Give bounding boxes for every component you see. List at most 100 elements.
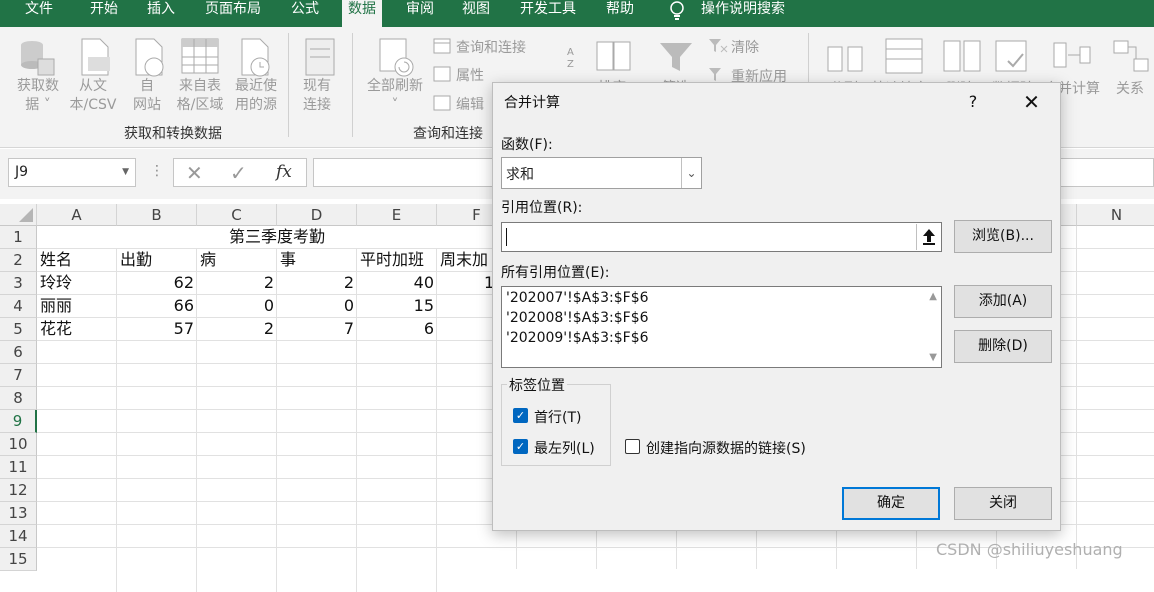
drag-handle-icon[interactable]: ⋮ (150, 163, 164, 179)
cell-value[interactable]: 6 (357, 318, 434, 341)
row-header[interactable]: 11 (0, 456, 37, 479)
clear-button[interactable]: 清除 (731, 37, 759, 57)
scroll-up-icon[interactable]: ▲ (929, 291, 937, 302)
column-header-n[interactable]: N (1077, 204, 1154, 226)
cell-value[interactable]: 40 (357, 272, 434, 295)
cancel-icon[interactable]: ✕ (186, 161, 203, 185)
cell-value[interactable]: 2 (197, 272, 274, 295)
cell-value[interactable]: 57 (117, 318, 194, 341)
recent-sources-button[interactable]: 最近使 用的源 (228, 77, 284, 115)
from-text-csv-button[interactable]: 从文 本/CSV (64, 77, 122, 115)
row-header[interactable]: 5 (0, 318, 37, 341)
tab-developer[interactable]: 开发工具 (520, 0, 576, 27)
queries-connections-button[interactable]: 查询和连接 (456, 37, 526, 57)
tab-help[interactable]: 帮助 (606, 0, 634, 27)
cell-name[interactable]: 花花 (40, 318, 72, 341)
cell-name[interactable]: 玲玲 (40, 272, 72, 295)
all-references-list[interactable]: '202007'!$A$3:$F$6 '202008'!$A$3:$F$6 '2… (501, 286, 942, 368)
cell-header[interactable]: 病 (200, 249, 216, 272)
row-header[interactable]: 6 (0, 341, 37, 364)
tab-insert[interactable]: 插入 (147, 0, 175, 27)
help-button[interactable]: ? (944, 83, 1002, 121)
tab-home[interactable]: 开始 (90, 0, 118, 27)
tab-file[interactable]: 文件 (25, 0, 53, 27)
column-header-d[interactable]: D (277, 204, 357, 226)
cell-value[interactable]: 0 (197, 295, 274, 318)
delete-button[interactable]: 删除(D) (954, 330, 1052, 363)
row-header[interactable]: 10 (0, 433, 37, 456)
row-header[interactable]: 8 (0, 387, 37, 410)
row-header[interactable]: 15 (0, 548, 37, 571)
top-row-label[interactable]: 首行(T) (534, 407, 581, 427)
tab-formulas[interactable]: 公式 (291, 0, 319, 27)
list-item[interactable]: '202008'!$A$3:$F$6 (506, 310, 649, 326)
row-header-selected[interactable]: 9 (0, 410, 37, 433)
tab-review[interactable]: 审阅 (406, 0, 434, 27)
existing-connections-button[interactable]: 现有 连接 (296, 77, 338, 115)
list-item[interactable]: '202007'!$A$3:$F$6 (506, 290, 649, 306)
add-button[interactable]: 添加(A) (954, 285, 1052, 318)
insert-function-icon[interactable]: fx (276, 162, 292, 182)
name-box[interactable]: J9 ▼ (8, 158, 136, 187)
enter-icon[interactable]: ✓ (230, 161, 247, 185)
cell-value[interactable]: 7 (277, 318, 354, 341)
left-column-checkbox[interactable]: ✓ (513, 439, 528, 454)
cell-header[interactable]: 平时加班 (360, 249, 424, 272)
row-header[interactable]: 4 (0, 295, 37, 318)
row-header[interactable]: 14 (0, 525, 37, 548)
cell-header[interactable]: 周末加 (440, 249, 492, 272)
chevron-down-icon[interactable]: ▼ (122, 159, 129, 186)
from-web-button[interactable]: 自网站 (126, 77, 168, 115)
tab-data[interactable]: 数据 (342, 0, 382, 27)
collapse-dialog-icon[interactable] (916, 224, 940, 250)
from-table-range-button[interactable]: 来自表 格/区域 (172, 77, 228, 115)
top-row-checkbox[interactable]: ✓ (513, 408, 528, 423)
row-header[interactable]: 2 (0, 249, 37, 272)
select-all-corner[interactable] (0, 204, 37, 226)
cell-name[interactable]: 丽丽 (40, 295, 72, 318)
row-header[interactable]: 1 (0, 226, 37, 249)
ok-button[interactable]: 确定 (842, 487, 940, 520)
refresh-all-button[interactable]: 全部刷新 ˅ (362, 77, 428, 115)
column-header-e[interactable]: E (357, 204, 437, 226)
row-header[interactable]: 12 (0, 479, 37, 502)
close-button[interactable]: 关闭 (954, 487, 1052, 520)
properties-button[interactable]: 属性 (456, 65, 484, 85)
chevron-down-icon[interactable]: ⌄ (681, 158, 701, 188)
relationships-button[interactable]: 关系 (1116, 78, 1144, 98)
cell-header[interactable]: 出勤 (120, 249, 152, 272)
row-header[interactable]: 7 (0, 364, 37, 387)
cell-value[interactable]: 62 (117, 272, 194, 295)
cell-header[interactable]: 姓名 (40, 249, 72, 272)
column-header-a[interactable]: A (37, 204, 117, 226)
scrollbar[interactable]: ▲ ▼ (923, 287, 941, 367)
cell-value[interactable]: 66 (117, 295, 194, 318)
reference-input[interactable] (501, 222, 942, 252)
tell-me-search[interactable]: 操作说明搜索 (701, 0, 785, 27)
consolidate-dialog: 合并计算 ? ✕ 函数(F): 求和 ⌄ 引用位置(R): 浏览(B)... 所… (492, 82, 1061, 531)
cell-header[interactable]: 事 (280, 249, 296, 272)
cell-title[interactable]: 第三季度考勤 (37, 226, 517, 249)
column-header-b[interactable]: B (117, 204, 197, 226)
tab-view[interactable]: 视图 (462, 0, 490, 27)
list-item[interactable]: '202009'!$A$3:$F$6 (506, 330, 649, 346)
tab-page-layout[interactable]: 页面布局 (205, 0, 261, 27)
close-icon[interactable]: ✕ (1002, 83, 1061, 121)
cell-value[interactable]: 0 (277, 295, 354, 318)
function-select[interactable]: 求和 ⌄ (501, 157, 702, 189)
row-header[interactable]: 13 (0, 502, 37, 525)
column-header-c[interactable]: C (197, 204, 277, 226)
create-links-checkbox[interactable] (625, 439, 640, 454)
create-links-label[interactable]: 创建指向源数据的链接(S) (646, 438, 806, 458)
relationships-icon (1113, 40, 1149, 72)
ribbon-divider (352, 33, 353, 137)
cell-value[interactable]: 2 (277, 272, 354, 295)
edit-links-button[interactable]: 编辑 (456, 94, 484, 114)
browse-button[interactable]: 浏览(B)... (954, 220, 1052, 253)
get-data-button[interactable]: 获取数据 ˅ (12, 77, 64, 115)
row-header[interactable]: 3 (0, 272, 37, 295)
cell-value[interactable]: 2 (197, 318, 274, 341)
scroll-down-icon[interactable]: ▼ (929, 352, 937, 363)
left-column-label[interactable]: 最左列(L) (534, 438, 595, 458)
cell-value[interactable]: 15 (357, 295, 434, 318)
